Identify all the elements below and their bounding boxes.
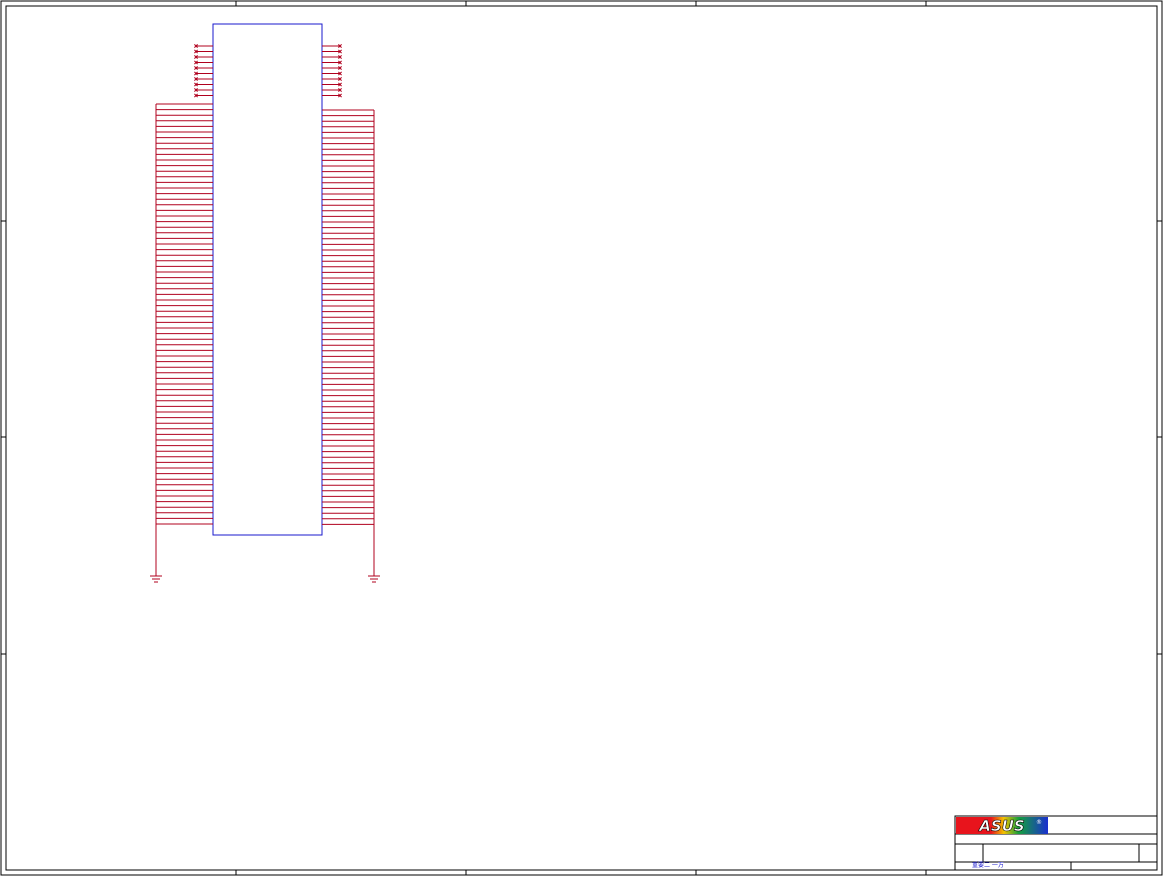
registered-mark: ® — [1036, 819, 1042, 826]
inner-border — [5, 5, 1158, 871]
footer-note: 重要二 一万 — [972, 862, 1004, 869]
schematic-sheet: ASUS ® — [0, 0, 1163, 876]
connector-body — [212, 23, 323, 536]
top-right-nc-pins — [322, 44, 342, 98]
left-ground-pins — [156, 103, 213, 525]
right-ground-symbol — [368, 575, 380, 583]
logo-wordmark: ASUS — [978, 817, 1024, 835]
right-ground-pins — [322, 109, 374, 525]
left-ground-symbol — [150, 575, 162, 583]
asus-logo: ASUS ® — [956, 817, 1048, 835]
top-left-nc-pins — [194, 44, 213, 98]
